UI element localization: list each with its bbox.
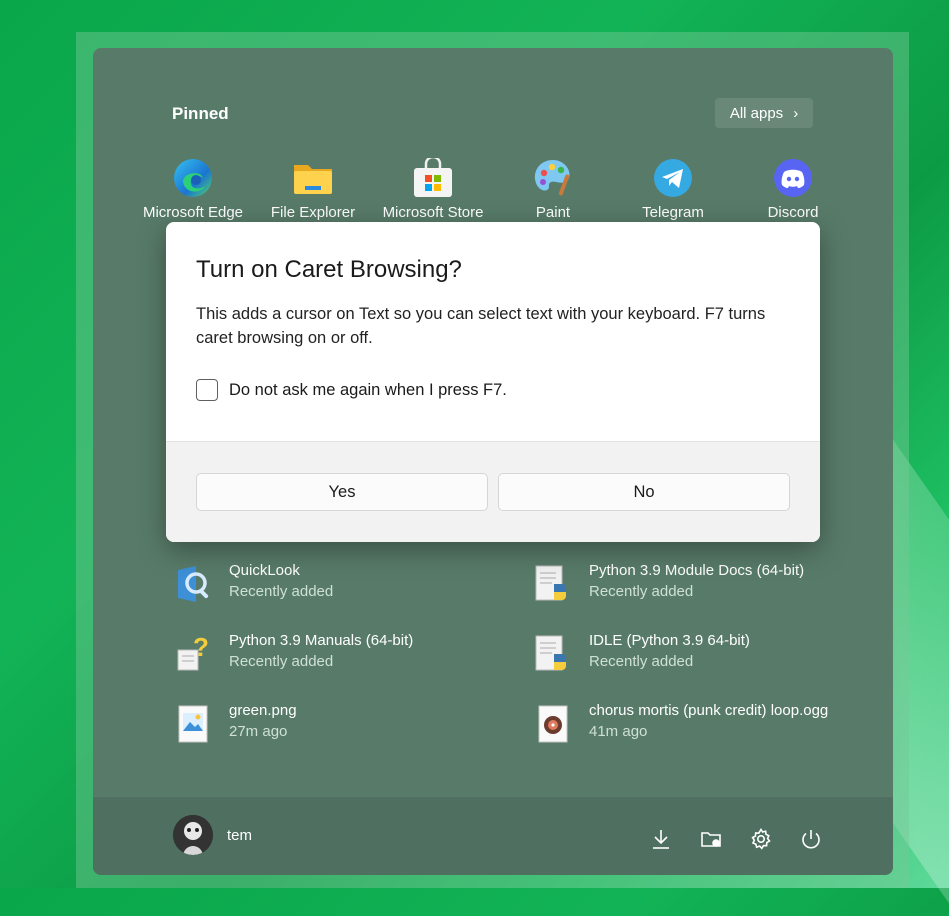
discord-icon (773, 158, 813, 198)
folder-icon (293, 158, 333, 198)
yes-button[interactable]: Yes (196, 473, 488, 511)
pinned-app-label: Telegram (642, 204, 704, 221)
all-apps-label: All apps (729, 104, 784, 122)
dont-ask-again-checkbox[interactable]: Do not ask me again when I press F7. (196, 379, 507, 401)
pinned-app-label: File Explorer (270, 204, 356, 221)
pinned-app-label: Paint (535, 204, 571, 221)
recommended-item-idle[interactable]: IDLE (Python 3.9 64-bit) Recently added (534, 632, 874, 678)
recommended-item-green-png[interactable]: green.png 27m ago (174, 702, 514, 748)
pinned-app-edge[interactable]: Microsoft Edge (133, 158, 253, 221)
pinned-app-file-explorer[interactable]: File Explorer (253, 158, 373, 221)
file-explorer-icon[interactable] (699, 827, 723, 851)
recommended-item-quicklook[interactable]: QuickLook Recently added (174, 562, 514, 608)
dialog-footer: Yes No (166, 441, 820, 542)
power-icon[interactable] (799, 827, 823, 851)
svg-text:?: ? (193, 634, 209, 662)
recommended-title: Python 3.9 Module Docs (64-bit) (589, 562, 805, 579)
avatar (173, 815, 213, 855)
pinned-app-telegram[interactable]: Telegram (613, 158, 733, 221)
no-button[interactable]: No (498, 473, 790, 511)
recommended-subtitle: Recently added (229, 653, 334, 670)
audio-file-icon (534, 704, 572, 744)
image-file-icon (174, 704, 212, 744)
downloads-icon[interactable] (649, 827, 673, 851)
telegram-icon (653, 158, 693, 198)
user-account-button[interactable]: tem (173, 815, 252, 855)
recommended-title: QuickLook (229, 562, 300, 579)
recommended-title: IDLE (Python 3.9 64-bit) (589, 632, 750, 649)
recommended-item-python-module-docs[interactable]: Python 3.9 Module Docs (64-bit) Recently… (534, 562, 874, 608)
pinned-app-store[interactable]: Microsoft Store (373, 155, 493, 221)
python-help-icon: ? (174, 632, 212, 674)
recommended-item-ogg-file[interactable]: chorus mortis (punk credit) loop.ogg 41m… (534, 702, 874, 748)
dialog-title: Turn on Caret Browsing? (196, 256, 462, 283)
checkbox-label: Do not ask me again when I press F7. (229, 380, 507, 399)
pinned-app-paint[interactable]: Paint (493, 158, 613, 221)
recommended-subtitle: Recently added (589, 653, 694, 670)
footer-actions (649, 827, 823, 851)
settings-icon[interactable] (749, 827, 773, 851)
python-doc-icon (534, 564, 572, 604)
pinned-app-label: Microsoft Edge (142, 204, 244, 221)
chevron-right-icon: › (793, 104, 799, 122)
python-doc-icon (534, 634, 572, 674)
pinned-app-label: Microsoft Store (382, 204, 484, 221)
recommended-title: green.png (229, 702, 297, 719)
quicklook-icon (174, 564, 212, 604)
dialog-message: This adds a cursor on Text so you can se… (196, 305, 766, 347)
recommended-subtitle: 41m ago (589, 723, 648, 740)
caret-browsing-dialog: Turn on Caret Browsing? This adds a curs… (166, 222, 820, 542)
paint-icon (533, 158, 573, 198)
pinned-heading: Pinned (172, 104, 229, 123)
recommended-subtitle: Recently added (589, 583, 694, 600)
recommended-title: chorus mortis (punk credit) loop.ogg (589, 702, 829, 719)
recommended-title: Python 3.9 Manuals (64-bit) (229, 632, 414, 649)
pinned-app-discord[interactable]: Discord (733, 158, 853, 221)
user-name: tem (227, 826, 253, 844)
recommended-subtitle: Recently added (229, 583, 334, 600)
recommended-subtitle: 27m ago (229, 723, 288, 740)
pinned-app-label: Discord (767, 204, 819, 221)
checkbox-box[interactable] (196, 379, 218, 401)
all-apps-button[interactable]: All apps › (715, 98, 813, 128)
edge-icon (173, 158, 213, 198)
recommended-item-python-manuals[interactable]: ? Python 3.9 Manuals (64-bit) Recently a… (174, 632, 514, 678)
store-icon (413, 155, 453, 198)
